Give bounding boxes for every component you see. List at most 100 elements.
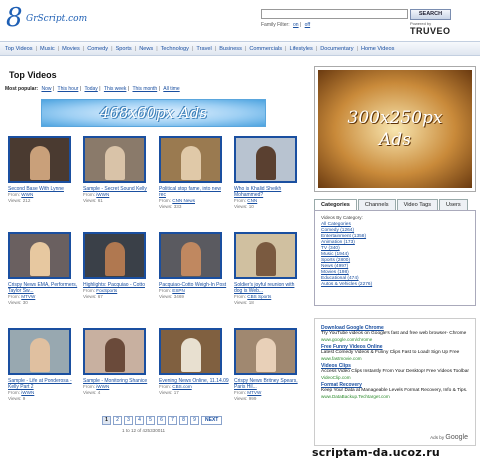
video-source-link[interactable]: MTVW [247,390,261,395]
video-thumbnail[interactable] [83,328,146,375]
video-item: Political stop fame, into new rec From: C… [159,136,234,209]
tab-categories[interactable]: Categories [314,199,357,210]
page-link[interactable]: 5 [146,416,155,425]
ad-url[interactable]: www.google.com/chrome [321,337,469,342]
video-source-link[interactable]: CNN [247,198,257,203]
video-title[interactable]: Crispy News Britney Spears, Paris Hil... [234,378,304,390]
category-link[interactable]: Autos & Vehicles (2276) [321,282,469,288]
most-popular-link[interactable]: This month [132,86,157,92]
nav-item[interactable]: News [139,46,153,52]
ad-url[interactable]: www.fastmovie.com [321,356,469,361]
thumbnail-figure [105,242,125,276]
video-title[interactable]: Soldier's joyful reunion with dog is Web… [234,282,304,294]
video-thumbnail[interactable] [8,232,71,279]
family-filter-label: Family Filter: [261,22,290,28]
ad-url[interactable]: www.DataBackup.Techtarget.com [321,394,469,399]
nav-item[interactable]: Comedy [87,46,108,52]
video-source-link[interactable]: ESPN [172,288,185,293]
ad-url[interactable]: VideoClip.com [321,375,469,380]
page-link[interactable]: 9 [190,416,199,425]
banner-ad[interactable]: 468x60px Ads [41,99,266,127]
video-thumbnail[interactable] [8,328,71,375]
video-item: Second Base With Lynne From: WWN Views: 21… [8,136,83,203]
page-link[interactable]: 8 [179,416,188,425]
tab-users[interactable]: Users [439,199,468,210]
main-nav: Top Videos | Music | Movies | Comedy | Sports | Ne… [0,41,480,56]
link-separator: | [126,86,131,92]
thumbnail-figure [256,146,276,180]
video-source-link[interactable]: MTVW [21,294,35,299]
video-item: Who is Khalid Sheikh Mohammed? From: CNN V… [234,136,309,209]
most-popular-link[interactable]: Today [84,86,97,92]
nav-item[interactable]: Movies [62,46,80,52]
video-views: Views: 3469 [159,293,184,299]
video-views: Views: 4 [83,389,101,395]
tab-video-tags[interactable]: Video Tags [396,199,439,210]
nav-separator: | [57,45,60,52]
video-source-link[interactable]: CNN News [172,198,195,203]
video-thumbnail[interactable] [234,328,297,375]
page-link[interactable]: 4 [135,416,144,425]
nav-item[interactable]: Documentary [320,46,353,52]
video-thumbnail[interactable] [8,136,71,183]
video-views: Views: 17 [159,389,179,395]
truveo-logo[interactable]: TRUVEO [410,26,451,36]
most-popular-link[interactable]: Now [41,86,51,92]
nav-item[interactable]: Home Videos [361,46,394,52]
video-title[interactable]: Crispy News EMA, Performers, Taylor Sw..… [8,282,78,294]
ads-by-google[interactable]: Ads by Google [430,434,468,441]
video-source-link[interactable]: iWWN [96,384,109,389]
video-thumbnail[interactable] [83,232,146,279]
pagination: 1 2 3 4 5 6 7 8 9 NEXT [102,416,223,425]
nav-item[interactable]: Sports [116,46,132,52]
thumbnail-figure [256,338,276,372]
page-link[interactable]: 6 [157,416,166,425]
page-link[interactable]: 1 [102,416,111,425]
video-source-link[interactable]: iWWN [21,390,34,395]
next-page-button[interactable]: NEXT [201,416,223,425]
thumbnail-figure [181,146,201,180]
page-link[interactable]: 2 [113,416,122,425]
most-popular-link[interactable]: This week [104,86,127,92]
family-filter-off[interactable]: off [305,22,310,28]
video-source-link[interactable]: CBS.com [172,384,191,389]
video-source-link[interactable]: iWWN [96,192,109,197]
video-source-link[interactable]: WWN [21,192,33,197]
nav-separator: | [285,45,287,52]
video-title[interactable]: Who is Khalid Sheikh Mohammed? [234,186,304,198]
site-logo[interactable]: 8 GrScript.com [6,3,96,33]
family-filter-on[interactable]: on [293,22,299,28]
nav-item[interactable]: Lifestyles [289,46,312,52]
nav-item[interactable]: Business [219,46,242,52]
video-thumbnail[interactable] [159,328,222,375]
nav-item[interactable]: Music [40,46,55,52]
most-popular-link[interactable]: This hour [58,86,79,92]
nav-separator: | [156,45,158,52]
thumbnail-figure [181,242,201,276]
video-thumbnail[interactable] [83,136,146,183]
page-link[interactable]: 3 [124,416,133,425]
link-separator: | [97,86,102,92]
video-source-link[interactable]: CBS Sports [247,294,271,299]
nav-item[interactable]: Commercials [249,46,282,52]
most-popular-label: Most popular: [5,86,39,92]
video-thumbnail[interactable] [234,136,297,183]
video-source-link[interactable]: FoxSports [96,288,117,293]
tab-channels[interactable]: Channels [357,199,396,210]
video-title[interactable]: Sample - Life at Ponderosa - Kelly Part … [8,378,78,390]
video-item: Evening News Online, 11.14.09 From: CBS.c… [159,328,234,395]
page-link[interactable]: 7 [168,416,177,425]
video-thumbnail[interactable] [159,136,222,183]
video-title[interactable]: Political stop fame, into new rec [159,186,229,198]
video-thumbnail[interactable] [159,232,222,279]
search-input[interactable] [261,9,408,19]
link-separator: | [78,86,83,92]
nav-item[interactable]: Top Videos [5,46,33,52]
nav-item[interactable]: Travel [196,46,211,52]
nav-item[interactable]: Technology [161,46,189,52]
video-thumbnail[interactable] [234,232,297,279]
side-ad[interactable]: 300x250px Ads [314,66,476,192]
most-popular-link[interactable]: All time [163,86,179,92]
search-button[interactable]: SEARCH [410,9,451,20]
video-views: Views: 333 [159,203,182,209]
